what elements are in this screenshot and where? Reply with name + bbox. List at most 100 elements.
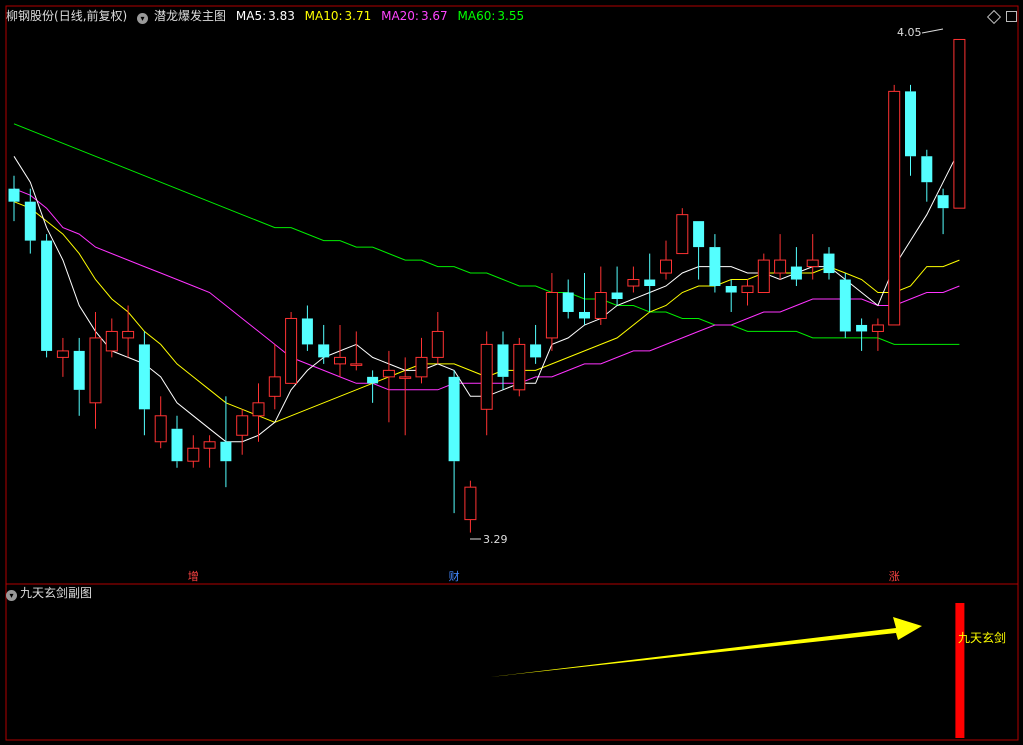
candle	[627, 266, 640, 293]
candle-body	[611, 292, 623, 299]
candle	[89, 311, 102, 429]
candle	[105, 318, 118, 358]
signal-markers: 增财涨	[188, 569, 900, 583]
max-price-pointer	[921, 28, 944, 34]
candle-body	[790, 266, 802, 280]
candle-body	[530, 344, 542, 358]
candle	[122, 305, 135, 358]
candle-body	[41, 240, 53, 351]
candle	[41, 234, 53, 358]
chart-canvas: 4.05 3.29 增 财 涨 九天玄剑	[5, 5, 1019, 741]
candle	[350, 331, 363, 371]
ma5-label: MA5:	[235, 9, 267, 23]
candle-body	[24, 201, 36, 241]
candle	[382, 350, 395, 423]
candle	[676, 208, 689, 255]
ma20-value: 3.67	[420, 9, 448, 23]
candle	[301, 305, 313, 351]
candle	[56, 337, 69, 377]
candle-body	[480, 343, 493, 410]
candle	[530, 324, 542, 364]
ma10-value: 3.71	[344, 9, 372, 23]
candle	[480, 331, 493, 436]
maximize-icon[interactable]	[1006, 11, 1017, 22]
signal-bar	[955, 603, 965, 738]
candle	[921, 149, 933, 202]
candle	[905, 84, 916, 176]
candle-body	[56, 350, 69, 358]
candle	[888, 84, 901, 326]
candle	[171, 415, 183, 468]
candle-body	[693, 221, 705, 248]
candle	[725, 279, 737, 312]
candle	[415, 337, 428, 384]
candle-body	[318, 344, 330, 358]
stock-name: 柳钢股份	[6, 9, 55, 23]
candle	[693, 221, 705, 280]
candle-body	[856, 324, 868, 332]
candle	[594, 266, 607, 325]
ma60-line	[13, 123, 960, 345]
candle-body	[741, 285, 754, 294]
period-label: (日线,前复权)	[54, 9, 128, 23]
candle-body	[154, 415, 167, 443]
candle-body	[73, 350, 85, 390]
candle-body	[431, 330, 444, 358]
candle-body	[252, 402, 265, 417]
chevron-down-icon[interactable]: ▾	[6, 590, 17, 601]
candle-body	[236, 415, 249, 436]
candle	[154, 396, 167, 449]
candle-body	[382, 369, 395, 378]
candle-body	[562, 292, 574, 312]
candle	[285, 311, 298, 384]
candle	[252, 383, 265, 442]
candle	[709, 234, 721, 293]
candle-body	[725, 286, 737, 293]
candle-body	[545, 292, 558, 339]
candle-body	[953, 38, 966, 209]
candle-body	[8, 188, 20, 202]
candle	[268, 344, 281, 410]
ma10-label: MA10:	[304, 9, 343, 23]
candle	[138, 331, 150, 436]
indicator-name[interactable]: 潜龙爆发主图	[154, 9, 226, 23]
chevron-down-icon[interactable]: ▾	[137, 13, 149, 24]
main-panel-frame	[5, 5, 1019, 585]
candle-body	[105, 330, 118, 352]
candle-body	[203, 441, 216, 449]
candle	[839, 273, 851, 338]
candle-body	[334, 356, 346, 365]
candle	[497, 331, 509, 390]
candle	[220, 396, 232, 488]
candle	[562, 279, 574, 319]
candle	[236, 409, 249, 455]
candle	[334, 324, 346, 377]
sub-panel-graphics: 九天玄剑	[490, 603, 1006, 738]
candle	[367, 370, 379, 403]
candle-body	[627, 279, 640, 287]
candle-body	[806, 259, 819, 268]
candle	[513, 337, 526, 397]
candle	[856, 318, 868, 351]
candle-body	[220, 441, 232, 462]
candle-body	[350, 363, 363, 366]
candle	[73, 337, 85, 416]
min-price-label: 3.29	[483, 533, 508, 546]
candle	[953, 38, 966, 209]
candle	[823, 247, 835, 280]
ma60-value: 3.55	[497, 9, 525, 23]
candle	[660, 240, 672, 280]
sub-panel-frame	[5, 583, 1019, 741]
candle	[757, 253, 770, 294]
signal-marker: 涨	[889, 570, 900, 583]
sub-panel-title[interactable]: 九天玄剑副图	[20, 586, 92, 600]
sub-panel-header: ▾ 九天玄剑副图	[6, 585, 92, 601]
candle-body	[367, 376, 379, 384]
candle	[644, 253, 656, 312]
candle	[8, 175, 20, 222]
ma5-value: 3.83	[268, 9, 295, 23]
candle-body	[187, 447, 200, 462]
candle-body	[871, 324, 884, 332]
signal-marker: 财	[449, 569, 460, 583]
candle-body	[774, 259, 787, 274]
